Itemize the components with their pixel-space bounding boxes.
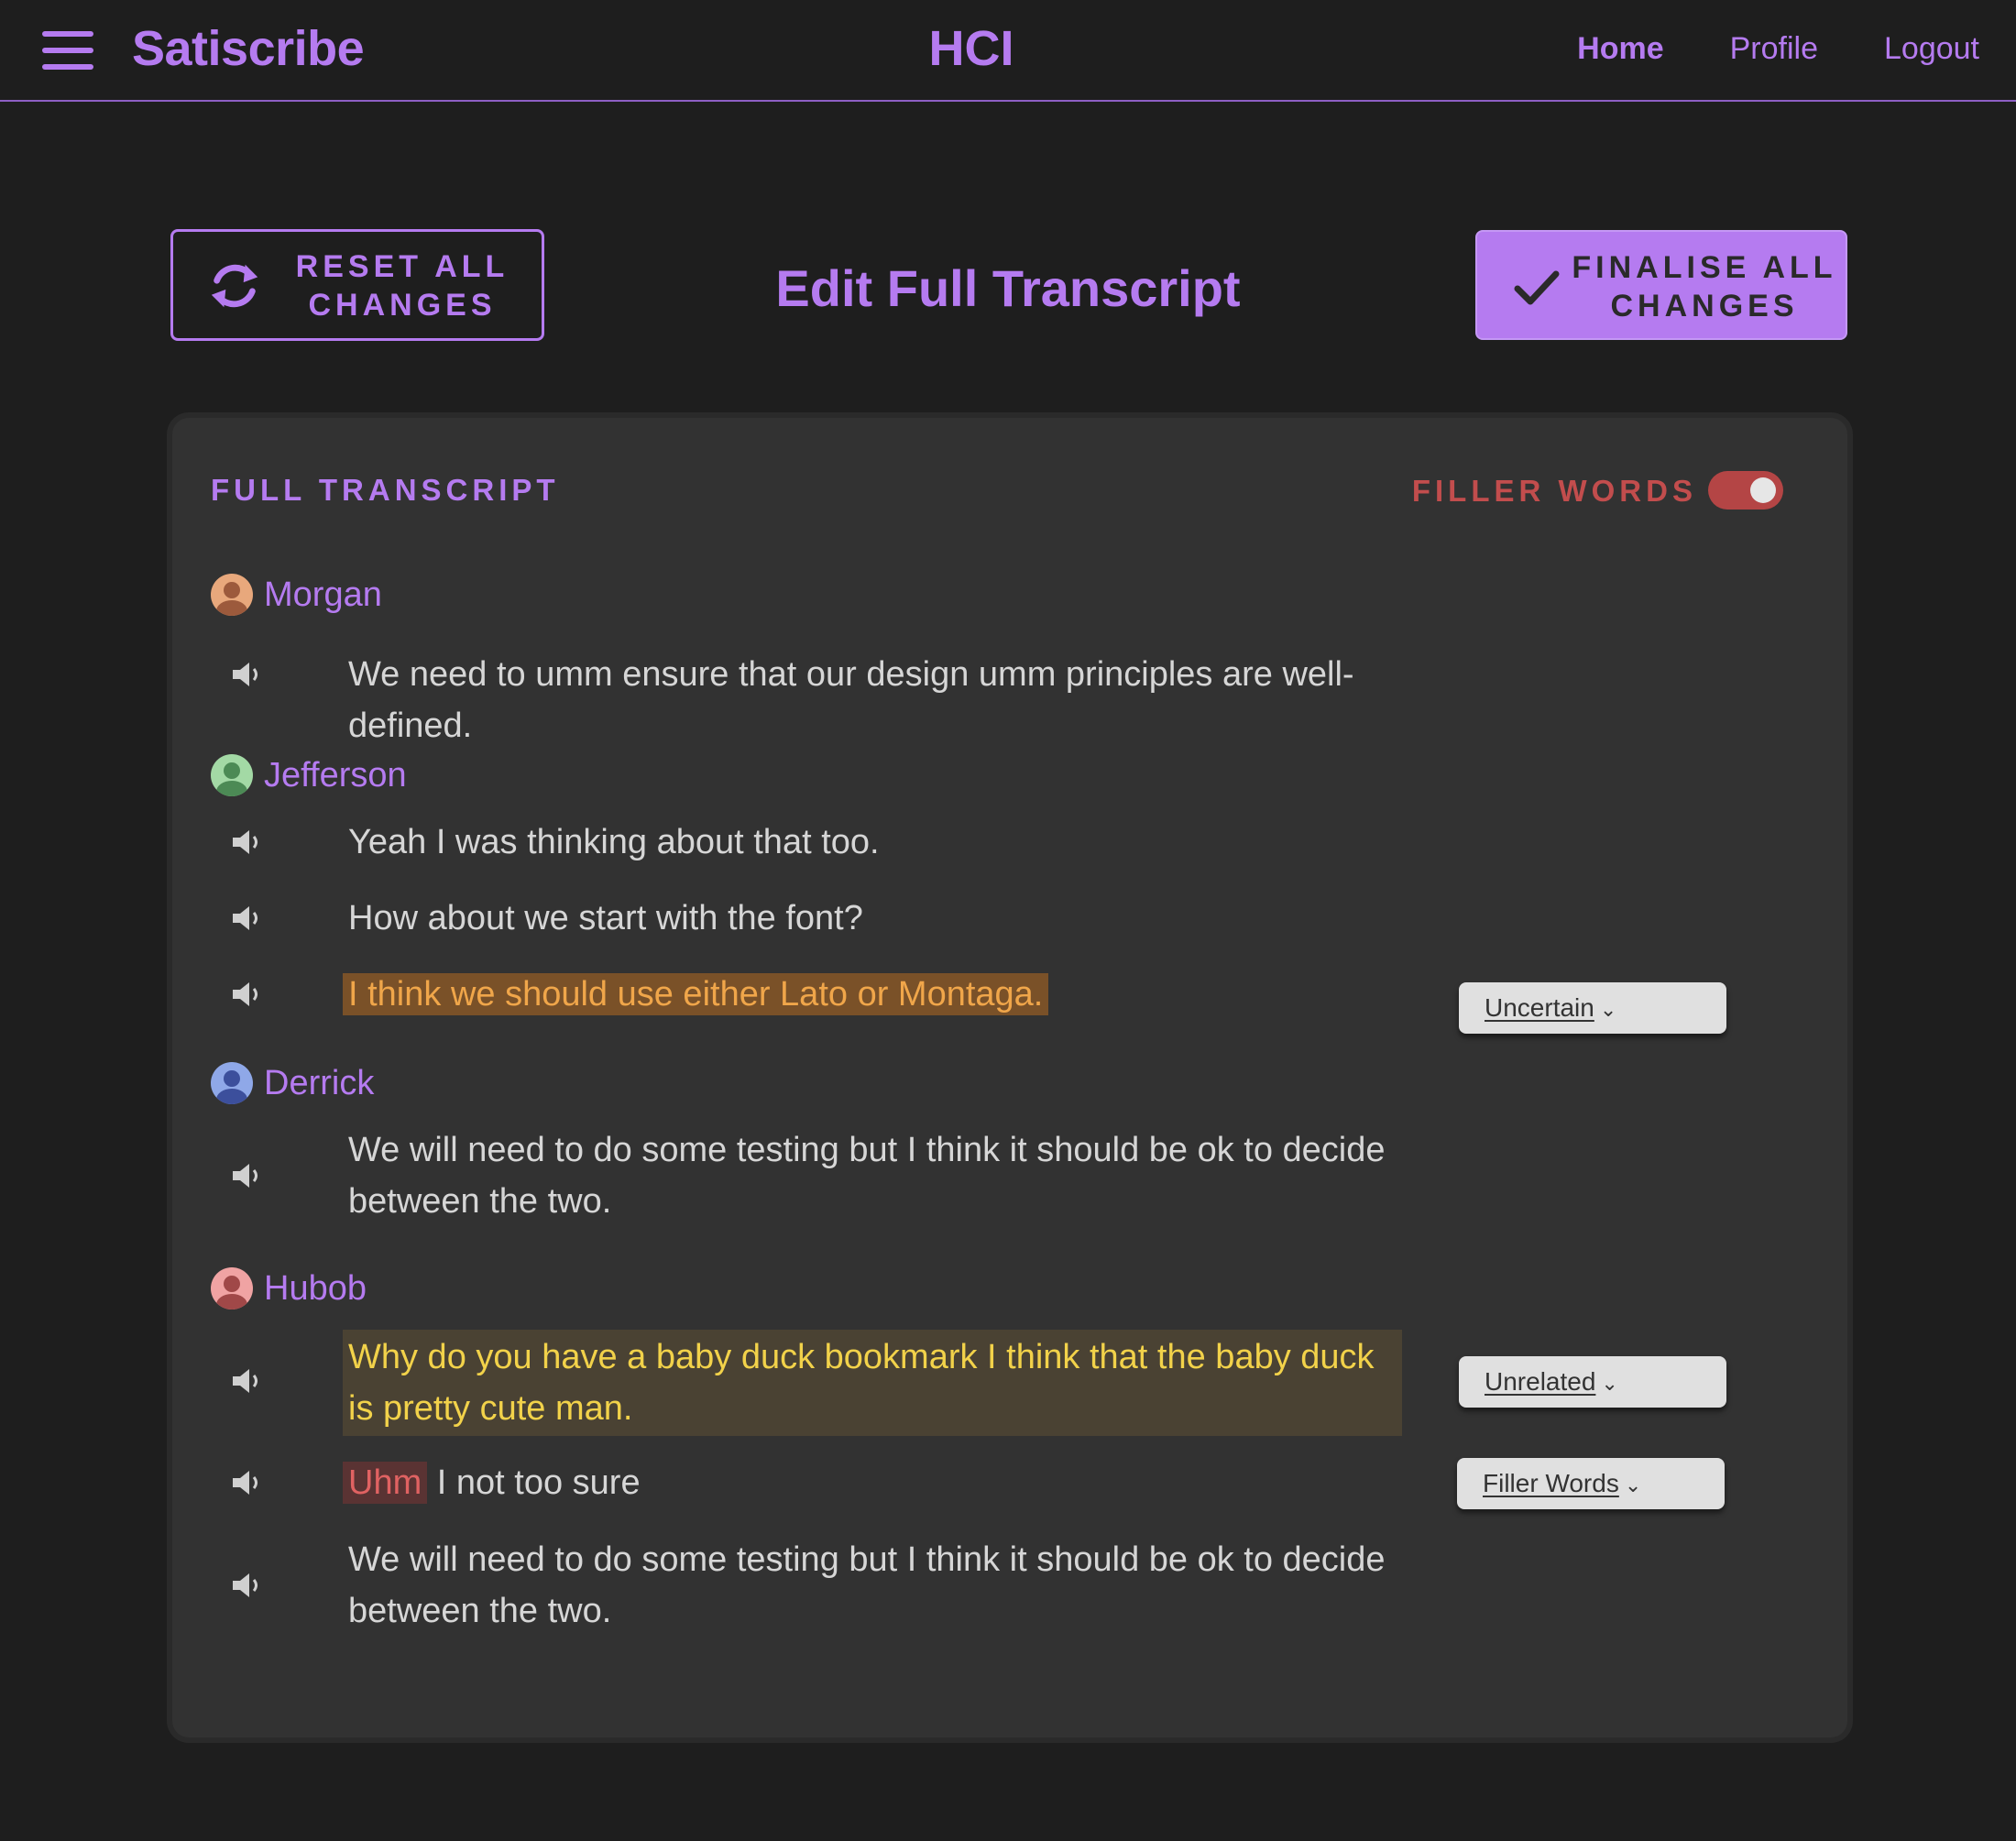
tag-dropdown-label: Filler Words [1483, 1469, 1619, 1497]
tag-dropdown-filler-words[interactable]: Filler Words ⌄ [1457, 1458, 1725, 1509]
unrelated-highlight[interactable]: Why do you have a baby duck bookmark I t… [343, 1330, 1402, 1436]
finalise-all-changes-button[interactable]: FINALISE ALL CHANGES [1475, 230, 1847, 340]
nav-link-logout[interactable]: Logout [1884, 31, 1979, 67]
speaker-header: Jefferson [211, 754, 407, 796]
user-avatar-icon [211, 1062, 253, 1104]
uncertain-highlight[interactable]: I think we should use either Lato or Mon… [343, 973, 1049, 1015]
transcript-line-text[interactable]: I think we should use either Lato or Mon… [343, 969, 1411, 1020]
transcript-line-text[interactable]: Why do you have a baby duck bookmark I t… [343, 1330, 1411, 1436]
transcript-line-text[interactable]: Uhm I not too sure [343, 1457, 1411, 1508]
transcript-line-rest: I not too sure [427, 1463, 641, 1502]
transcript-line-text[interactable]: How about we start with the font? [348, 893, 1411, 944]
filler-words-toggle-label: FILLER WORDS [1411, 474, 1697, 508]
tag-dropdown-unrelated[interactable]: Unrelated ⌄ [1459, 1356, 1726, 1408]
refresh-icon [211, 264, 258, 308]
speaker-header: Morgan [211, 574, 382, 616]
play-audio-icon[interactable] [231, 828, 264, 856]
top-navbar: Satiscribe HCI Home Profile Logout [0, 0, 2016, 102]
play-audio-icon[interactable] [231, 1572, 264, 1599]
play-audio-icon[interactable] [231, 1367, 264, 1395]
tag-dropdown-label: Uncertain [1485, 993, 1594, 1022]
reset-all-changes-button[interactable]: RESET ALL CHANGES [170, 229, 544, 341]
speaker-name: Morgan [264, 575, 382, 614]
speaker-name: Derrick [264, 1063, 375, 1102]
nav-link-profile[interactable]: Profile [1730, 31, 1818, 67]
speaker-name: Hubob [264, 1268, 367, 1308]
filler-word-highlight[interactable]: Uhm [343, 1462, 428, 1504]
transcript-line-text[interactable]: We will need to do some testing but I th… [348, 1534, 1411, 1637]
speaker-name: Jefferson [264, 755, 407, 794]
play-audio-icon[interactable] [231, 1162, 264, 1189]
play-audio-icon[interactable] [231, 1469, 264, 1496]
nav-link-home[interactable]: Home [1577, 31, 1663, 67]
page-heading: Edit Full Transcript [775, 259, 1241, 317]
reset-button-label: RESET ALL CHANGES [295, 249, 509, 323]
checkmark-icon [1514, 270, 1560, 305]
play-audio-icon[interactable] [231, 981, 264, 1008]
transcript-line-text[interactable]: Yeah I was thinking about that too. [348, 816, 1411, 868]
transcript-line-text[interactable]: We need to umm ensure that our design um… [348, 649, 1411, 751]
user-avatar-icon [211, 1267, 253, 1310]
speaker-header: Derrick [211, 1062, 374, 1104]
chevron-down-icon: ⌄ [1601, 1372, 1618, 1395]
chevron-down-icon: ⌄ [1624, 1474, 1642, 1496]
transcript-card-title: FULL TRANSCRIPT [211, 473, 560, 507]
play-audio-icon[interactable] [231, 661, 264, 688]
nav-links: Home Profile Logout [1577, 31, 1979, 67]
tag-dropdown-label: Unrelated [1485, 1367, 1596, 1396]
play-audio-icon[interactable] [231, 904, 264, 932]
speaker-header: Hubob [211, 1267, 367, 1310]
transcript-card: FULL TRANSCRIPT FILLER WORDS Morgan We n… [172, 418, 1847, 1737]
user-avatar-icon [211, 754, 253, 796]
chevron-down-icon: ⌄ [1599, 998, 1617, 1021]
filler-words-toggle[interactable] [1708, 471, 1783, 510]
finalise-button-label: FINALISE ALL CHANGES [1572, 250, 1837, 323]
tag-dropdown-uncertain[interactable]: Uncertain ⌄ [1459, 982, 1726, 1034]
user-avatar-icon [211, 574, 253, 616]
transcript-line-text[interactable]: We will need to do some testing but I th… [348, 1124, 1411, 1227]
